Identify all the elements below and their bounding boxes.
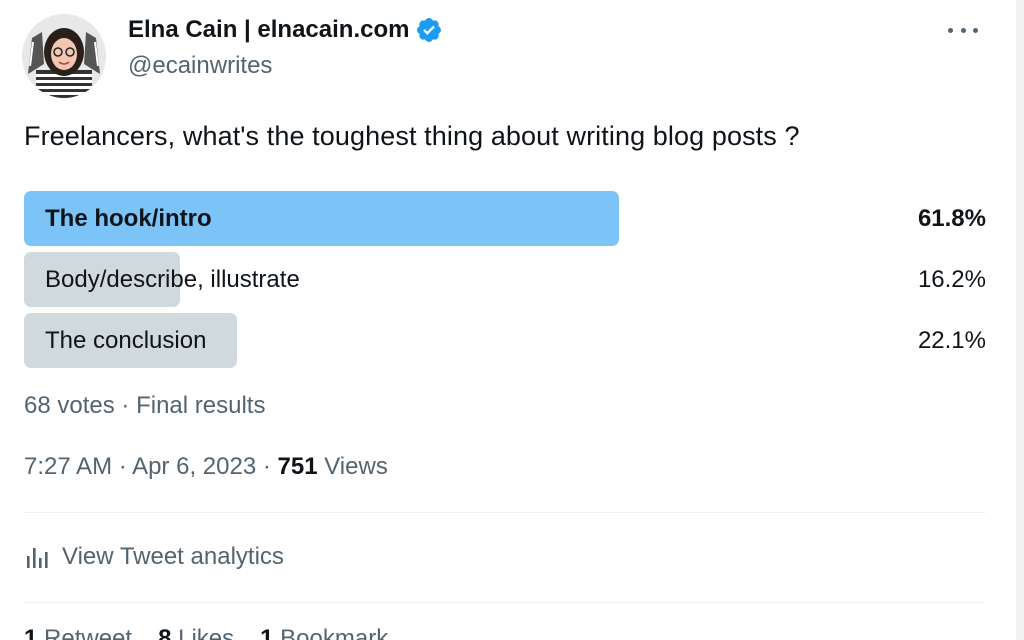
bar-chart-icon [24, 544, 52, 570]
author-name[interactable]: Elna Cain | elnacain.com [128, 14, 409, 46]
view-analytics-link[interactable]: View Tweet analytics [24, 540, 284, 574]
tweet-timestamp: 7:27 AM · Apr 6, 2023 · 751 Views [24, 451, 388, 483]
bookmarks-stat[interactable]: 1 Bookmark [260, 622, 388, 640]
poll-option-percent: 22.1% [917, 327, 986, 354]
separator-dot: · [121, 392, 137, 419]
poll-option: The conclusion 22.1% [24, 313, 986, 368]
poll-option-percent: 16.2% [917, 266, 986, 293]
author-name-row[interactable]: Elna Cain | elnacain.com [128, 14, 443, 46]
poll-option: The hook/intro 61.8% [24, 191, 986, 246]
poll-option: Body/describe, illustrate 16.2% [24, 252, 986, 307]
avatar[interactable] [22, 14, 106, 98]
poll-option-percent: 61.8% [917, 205, 986, 232]
poll-option-label: Body/describe, illustrate [45, 266, 300, 293]
author-handle[interactable]: @ecainwrites [128, 50, 272, 82]
more-options-icon[interactable] [948, 18, 978, 42]
separator-dot: · [118, 453, 133, 480]
divider [24, 602, 986, 603]
poll-option-label: The hook/intro [45, 205, 212, 232]
poll: The hook/intro 61.8% Body/describe, illust… [24, 191, 986, 374]
view-analytics-label: View Tweet analytics [62, 543, 284, 570]
tweet-time[interactable]: 7:27 AM [24, 453, 112, 480]
tweet-text: Freelancers, what's the toughest thing a… [24, 121, 800, 151]
verified-badge-icon [415, 16, 443, 44]
tweet-date[interactable]: Apr 6, 2023 [132, 453, 256, 480]
divider [24, 512, 986, 513]
avatar-photo-icon [22, 14, 106, 98]
views-count: 751 [277, 453, 318, 480]
engagement-stats: 1 Retweet 8 Likes 1 Bookmark [24, 622, 388, 640]
retweets-stat[interactable]: 1 Retweet [24, 622, 132, 640]
views-label: Views [324, 453, 388, 480]
separator-dot: · [262, 453, 278, 480]
poll-status: Final results [136, 392, 266, 419]
likes-stat[interactable]: 8 Likes [158, 622, 234, 640]
scrollbar[interactable] [1016, 0, 1024, 640]
poll-votes: 68 votes [24, 392, 115, 419]
tweet: Elna Cain | elnacain.com @ecainwrites Fr… [0, 0, 1024, 640]
poll-option-label: The conclusion [45, 327, 207, 354]
poll-meta: 68 votes · Final results [24, 390, 265, 422]
